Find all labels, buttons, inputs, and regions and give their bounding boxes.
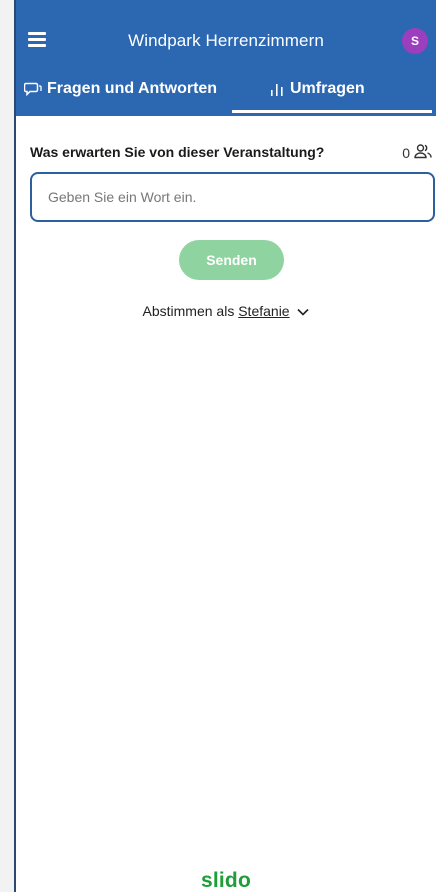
window-edge [0, 0, 16, 892]
vote-as-prefix: Abstimmen als [142, 303, 235, 319]
app-header: Windpark Herrenzimmern S Fragen und Antw… [16, 0, 436, 116]
tab-questions-answers[interactable]: Fragen und Antworten [23, 80, 218, 116]
slido-logo: slido [200, 869, 251, 892]
bar-chart-icon [269, 81, 285, 102]
participants-icon [414, 143, 432, 162]
top-bar: Windpark Herrenzimmern S [16, 0, 436, 80]
event-title: Windpark Herrenzimmern [128, 31, 324, 50]
word-input[interactable] [30, 172, 435, 222]
chevron-down-icon[interactable] [297, 303, 310, 319]
tab-questions-answers-label: Fragen und Antworten [47, 80, 218, 97]
poll-question-row: Was erwarten Sie von dieser Veranstaltun… [30, 144, 432, 164]
app-screen: Windpark Herrenzimmern S Fragen und Antw… [0, 0, 436, 892]
participant-count: 0 [402, 144, 410, 161]
send-button[interactable]: Senden [179, 240, 284, 280]
vote-as-user-name[interactable]: Stefanie [238, 303, 289, 319]
speech-bubbles-icon [23, 81, 42, 102]
poll-question: Was erwarten Sie von dieser Veranstaltun… [30, 144, 325, 160]
tab-polls-label: Umfragen [290, 80, 365, 97]
user-avatar[interactable]: S [402, 28, 428, 54]
poll-content: Was erwarten Sie von dieser Veranstaltun… [16, 116, 436, 892]
tab-bar: Fragen und Antworten Umfragen [16, 80, 436, 116]
active-tab-indicator [232, 110, 432, 113]
participant-counter: 0 [402, 143, 432, 162]
vote-as-row: Abstimmen als Stefanie [16, 303, 436, 320]
